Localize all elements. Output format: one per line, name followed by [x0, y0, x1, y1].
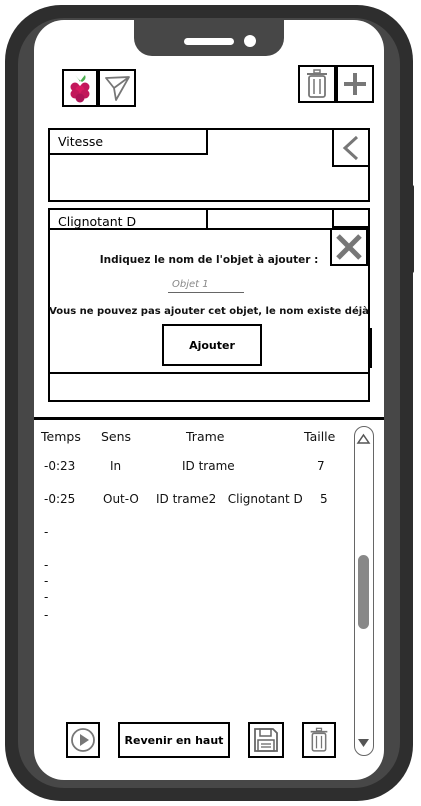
add-button[interactable]: Ajouter	[162, 324, 262, 366]
input-placeholder: Objet 1	[172, 279, 209, 290]
chevron-left-icon	[342, 135, 359, 160]
cell-frame: ID trame2 Clignotant D	[156, 492, 303, 506]
panel-divider	[34, 417, 384, 420]
log-row[interactable]: -	[44, 558, 48, 572]
cell-frame: ID trame	[182, 459, 235, 473]
app-screen: Vitesse Clignotant D Indiquez le nom de …	[34, 20, 384, 780]
header-direction: Sens	[101, 429, 132, 444]
clear-log-button[interactable]	[302, 722, 336, 758]
header-frame: Trame	[186, 429, 225, 444]
header-size: Taille	[304, 429, 336, 444]
log-row[interactable]: -	[44, 590, 48, 604]
remove-object-button[interactable]	[332, 208, 370, 228]
scroll-down-icon[interactable]	[355, 737, 372, 749]
raspberry-icon	[70, 75, 90, 103]
cell-time: -0:25	[44, 492, 76, 506]
object-label: Vitesse	[48, 128, 208, 155]
floppy-disk-icon	[254, 728, 278, 752]
cell-direction: Out-O	[103, 492, 139, 506]
scrollbar-thumb[interactable]	[358, 555, 369, 629]
log-row[interactable]: -	[44, 574, 48, 588]
speaker	[184, 38, 234, 45]
notch	[134, 20, 284, 56]
log-scrollbar[interactable]	[354, 426, 374, 756]
collapse-object-button[interactable]	[332, 128, 370, 167]
log-row[interactable]: -	[44, 525, 48, 539]
trash-icon	[310, 727, 328, 752]
side-button	[5, 170, 11, 220]
side-button	[5, 113, 11, 143]
log-row[interactable]: -	[44, 608, 48, 622]
trash-icon	[307, 69, 327, 98]
send-button[interactable]	[98, 69, 136, 107]
camera	[244, 35, 256, 47]
raspberry-button[interactable]	[62, 69, 98, 107]
dialog-title: Indiquez le nom de l'objet à ajouter :	[99, 254, 319, 266]
cell-size: 5	[320, 492, 328, 506]
delete-all-button[interactable]	[298, 65, 336, 103]
dialog-error: Vous ne pouvez pas ajouter cet objet, le…	[49, 306, 369, 317]
plus-icon	[344, 73, 366, 95]
dialog-close-button[interactable]	[330, 228, 368, 266]
paper-plane-icon	[105, 76, 130, 101]
cell-size: 7	[317, 459, 325, 473]
play-button[interactable]	[66, 722, 100, 758]
back-to-top-button[interactable]: Revenir en haut	[118, 722, 230, 758]
add-object-button[interactable]	[336, 65, 374, 103]
close-icon	[336, 234, 362, 260]
object-name-input[interactable]: Objet 1	[168, 278, 244, 293]
side-button	[407, 185, 414, 273]
cell-direction: In	[110, 459, 122, 473]
scroll-up-icon[interactable]	[355, 433, 372, 445]
side-button	[5, 238, 11, 288]
save-button[interactable]	[248, 722, 284, 758]
play-icon	[71, 728, 95, 752]
header-time: Temps	[41, 429, 81, 444]
cell-time: -0:23	[44, 459, 76, 473]
